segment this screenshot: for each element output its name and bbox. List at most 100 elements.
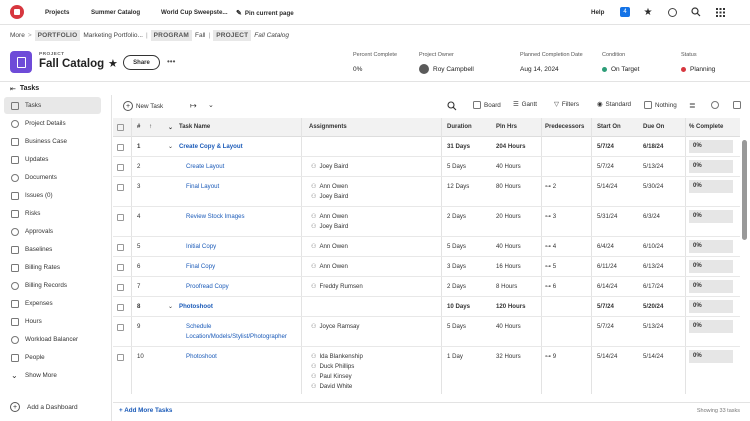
sidebar-item-billing-rates[interactable]: Billing Rates: [4, 259, 101, 276]
board-view-button[interactable]: Board: [473, 101, 501, 109]
favorite-star-icon[interactable]: ★: [108, 57, 118, 70]
list-view-icon[interactable]: ≣: [689, 101, 696, 110]
chevron-down-icon[interactable]: ⌄: [208, 101, 214, 109]
sidebar-item-expenses[interactable]: Expenses: [4, 295, 101, 312]
column-header-task-name[interactable]: Task Name: [179, 124, 210, 130]
start-date[interactable]: 5/7/24: [597, 162, 614, 172]
sidebar-item-people[interactable]: People: [4, 349, 101, 366]
breadcrumb-more[interactable]: More: [10, 32, 25, 39]
task-name-link[interactable]: Review Stock Images: [186, 212, 298, 222]
planned-hours-value[interactable]: 120 Hours: [496, 302, 525, 312]
settings-gear-icon[interactable]: [711, 101, 719, 109]
assignee[interactable]: ⚇ Joyce Ramsay: [311, 322, 359, 332]
predecessor-cell[interactable]: ⊶ 5: [545, 262, 556, 272]
indent-icon[interactable]: ↦: [190, 101, 197, 110]
predecessor-cell[interactable]: ⊶ 6: [545, 282, 556, 292]
sidebar-item-risks[interactable]: Risks: [4, 205, 101, 222]
column-header-due-on[interactable]: Due On: [643, 124, 664, 130]
vertical-scrollbar[interactable]: [742, 140, 747, 240]
due-date[interactable]: 5/14/24: [643, 352, 663, 362]
sidebar-item-show-more[interactable]: ⌄ Show More: [4, 367, 101, 384]
column-header-predecessors[interactable]: Predecessors: [545, 124, 584, 130]
collapse-panel-icon[interactable]: ⇤: [10, 85, 16, 93]
due-date[interactable]: 6/10/24: [643, 242, 663, 252]
filters-button[interactable]: ▽ Filters: [554, 101, 579, 108]
due-date[interactable]: 6/17/24: [643, 282, 663, 292]
duration-value[interactable]: 10 Days: [447, 302, 470, 312]
nav-projects[interactable]: Projects: [45, 9, 69, 16]
sidebar-item-issues-0[interactable]: Issues (0): [4, 187, 101, 204]
panel-toggle-icon[interactable]: [733, 101, 741, 109]
assignee[interactable]: ⚇ Joey Baird: [311, 222, 348, 232]
row-checkbox[interactable]: [117, 184, 124, 191]
predecessor-cell[interactable]: ⊶ 9: [545, 352, 556, 362]
percent-complete-cell[interactable]: 0%: [689, 240, 733, 253]
column-header-pln-hrs[interactable]: Pln Hrs: [496, 124, 517, 130]
duration-value[interactable]: 5 Days: [447, 162, 466, 172]
column-header-number[interactable]: #: [137, 124, 140, 130]
percent-complete-cell[interactable]: 0%: [689, 160, 733, 173]
task-row[interactable]: 6 Final Copy ⚇ Ann Owen 3 Days 16 Hours ⊶ 5 6/1…: [113, 257, 740, 277]
task-name-link[interactable]: Schedule Location/Models/Stylist/Photogr…: [186, 322, 298, 342]
percent-complete-cell[interactable]: 0%: [689, 320, 733, 333]
sidebar-item-approvals[interactable]: Approvals: [4, 223, 101, 240]
row-checkbox[interactable]: [117, 324, 124, 331]
column-header-percent-complete[interactable]: % Complete: [689, 124, 723, 130]
owner-name[interactable]: Roy Campbell: [433, 66, 474, 73]
task-row[interactable]: 4 Review Stock Images ⚇ Ann Owen ⚇ Joey Baird…: [113, 207, 740, 237]
sidebar-item-baselines[interactable]: Baselines: [4, 241, 101, 258]
due-date[interactable]: 6/13/24: [643, 262, 663, 272]
task-name-link[interactable]: Final Layout: [186, 182, 298, 192]
row-checkbox[interactable]: [117, 144, 124, 151]
sidebar-item-business-case[interactable]: Business Case: [4, 133, 101, 150]
sort-arrow-icon[interactable]: ↑: [149, 124, 152, 130]
notification-badge[interactable]: 4: [620, 7, 630, 17]
percent-complete-cell[interactable]: 0%: [689, 280, 733, 293]
start-date[interactable]: 6/11/24: [597, 262, 617, 272]
assignee[interactable]: ⚇ Duck Phillips: [311, 362, 354, 372]
row-checkbox[interactable]: [117, 304, 124, 311]
task-row[interactable]: 5 Initial Copy ⚇ Ann Owen 5 Days 40 Hours ⊶ 4 6…: [113, 237, 740, 257]
duration-value[interactable]: 5 Days: [447, 322, 466, 332]
due-date[interactable]: 6/18/24: [643, 142, 663, 152]
due-date[interactable]: 5/20/24: [643, 302, 663, 312]
task-name-link[interactable]: Photoshoot: [179, 302, 213, 312]
groupings-button[interactable]: Nothing: [644, 101, 677, 109]
task-name-link[interactable]: Create Copy & Layout: [179, 142, 243, 152]
column-header-assignments[interactable]: Assignments: [309, 124, 347, 130]
planned-hours-value[interactable]: 80 Hours: [496, 182, 521, 192]
duration-value[interactable]: 31 Days: [447, 142, 470, 152]
sidebar-item-billing-records[interactable]: Billing Records: [4, 277, 101, 294]
add-more-tasks-button[interactable]: + Add More Tasks: [119, 407, 172, 414]
start-date[interactable]: 5/31/24: [597, 212, 617, 222]
assignee[interactable]: ⚇ Ann Owen: [311, 262, 348, 272]
condition-value[interactable]: On Target: [611, 66, 639, 73]
sidebar-item-project-details[interactable]: Project Details: [4, 115, 101, 132]
sidebar-item-hours[interactable]: Hours: [4, 313, 101, 330]
parent-task-row[interactable]: 8 ⌄ Photoshoot 10 Days 120 Hours 5/7/24 5/20/2…: [113, 297, 740, 317]
help-link[interactable]: Help: [591, 9, 604, 16]
apps-grid-icon[interactable]: [714, 6, 726, 18]
start-date[interactable]: 5/14/24: [597, 182, 617, 192]
row-checkbox[interactable]: [117, 164, 124, 171]
assignee[interactable]: ⚇ Freddy Rumsen: [311, 282, 363, 292]
predecessor-cell[interactable]: ⊶ 3: [545, 212, 556, 222]
task-row[interactable]: 9 Schedule Location/Models/Stylist/Photog…: [113, 317, 740, 347]
start-date[interactable]: 5/7/24: [597, 302, 614, 312]
sidebar-item-tasks[interactable]: Tasks: [4, 97, 101, 114]
task-name-link[interactable]: Proofread Copy: [186, 282, 298, 292]
percent-complete-cell[interactable]: 0%: [689, 350, 733, 363]
planned-hours-value[interactable]: 8 Hours: [496, 282, 517, 292]
chevron-down-icon[interactable]: ⌄: [168, 142, 173, 152]
start-date[interactable]: 5/14/24: [597, 352, 617, 362]
sidebar-item-workload-balancer[interactable]: Workload Balancer: [4, 331, 101, 348]
row-checkbox[interactable]: [117, 244, 124, 251]
duration-value[interactable]: 12 Days: [447, 182, 469, 192]
sidebar-item-documents[interactable]: Documents: [4, 169, 101, 186]
assignee[interactable]: ⚇ Joey Baird: [311, 192, 348, 202]
row-checkbox[interactable]: [117, 284, 124, 291]
percent-complete-cell[interactable]: 0%: [689, 210, 733, 223]
task-row[interactable]: 10 Photoshoot ⚇ Ida Blankenship ⚇ Duck Philli…: [113, 347, 740, 394]
predecessor-cell[interactable]: ⊶ 2: [545, 182, 556, 192]
start-date[interactable]: 5/7/24: [597, 142, 614, 152]
